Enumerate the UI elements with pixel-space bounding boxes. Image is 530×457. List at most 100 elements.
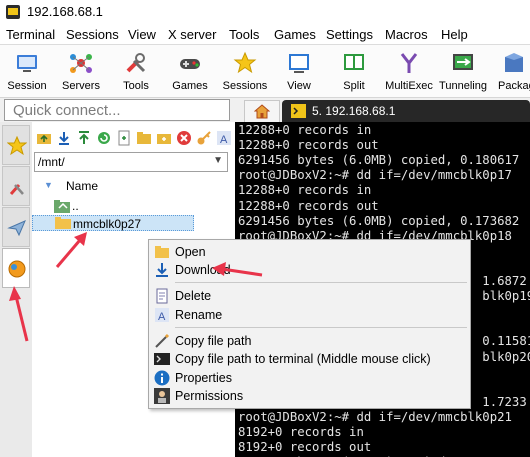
menu-macros[interactable]: Macros [385,27,428,42]
svg-text:A: A [158,311,166,323]
menu-item-copy-path[interactable]: Copy file path [149,332,470,350]
menu-separator [175,327,467,328]
download-arrow-icon[interactable] [56,130,72,146]
terminal-line: 6291456 bytes (6.0MB) copied, 0.173682 [238,213,520,228]
terminal-line: 8192+0 records in [238,425,364,439]
info-icon [154,370,170,386]
title-bar: 192.168.68.1 [0,0,530,24]
paper-plane-icon [7,220,26,237]
package-icon [505,53,523,72]
tunneling-icon [453,54,473,70]
terminal-line: 8192+0 records out [238,440,372,455]
servers-icon [70,54,92,73]
terminal-line: root@JDBoxV2:~# dd if=/dev/mmcblk0p21 [238,409,512,424]
packages-button[interactable]: Package [492,47,530,95]
tab-terminal-session[interactable]: 5. 192.168.68.1 [282,100,530,122]
side-tab-tools[interactable] [2,166,30,206]
app-icon [6,5,20,19]
menu-item-open[interactable]: Open [149,243,470,261]
sessions-button[interactable]: Sessions [220,47,270,95]
tools-icon [126,53,146,73]
terminal-tab-icon [291,104,306,118]
session-icon [17,55,37,72]
terminal-line: 6291456 bytes (6.0MB) copied, 0.180617 [238,153,520,168]
refresh-icon[interactable] [96,130,112,146]
sort-arrow-icon: ▼ [44,180,53,190]
menu-item-download[interactable]: Download [149,261,470,279]
side-tab-strip [0,122,33,457]
sessions-star-icon [233,51,257,74]
rename-a-icon[interactable]: A [216,130,232,146]
parent-folder-icon [54,200,70,213]
svg-text:A: A [220,134,228,146]
games-button[interactable]: Games [168,47,212,95]
sftp-globe-icon [8,260,26,278]
session-button[interactable]: Session [4,47,50,95]
multiexec-button[interactable]: MultiExec [384,47,434,95]
menu-item-delete[interactable]: Delete [149,287,470,305]
side-tab-macros[interactable] [2,207,30,247]
menu-terminal[interactable]: Terminal [6,27,55,42]
menu-item-properties[interactable]: Properties [149,369,470,387]
split-icon [344,54,364,70]
terminal-line: 12288+0 records out [238,138,379,153]
terminal-line: root@JDBoxV2:~# dd if=/dev/mmcblk0p17 [238,168,512,183]
key-icon[interactable] [196,130,212,146]
menu-tools[interactable]: Tools [229,27,259,42]
home-tab[interactable] [244,100,280,123]
terminal-icon [154,353,170,365]
sftp-toolbar: A [32,126,235,148]
context-menu: Open Download Delete A Rename Copy file … [148,239,471,409]
menu-bar: Terminal Sessions View X server Tools Ga… [0,24,530,45]
view-button[interactable]: View [280,47,318,95]
menu-games[interactable]: Games [274,27,316,42]
sftp-path-select[interactable]: /mnt/ ▼ [34,152,228,172]
games-icon [180,59,200,69]
window-title: 192.168.68.1 [27,4,103,19]
file-row-selected[interactable]: mmcblk0p27 [32,215,194,231]
side-tab-sftp[interactable] [2,248,30,288]
chevron-down-icon: ▼ [213,155,223,166]
file-row-parent[interactable]: .. [32,198,227,214]
menu-help[interactable]: Help [441,27,468,42]
main-toolbar: Session Servers Tools Games Sessions Vie… [0,45,530,98]
new-folder-icon[interactable] [136,130,152,146]
tools-button[interactable]: Tools [114,47,158,95]
parent-dir-icon[interactable] [36,130,52,146]
column-header[interactable]: ▼ Name [32,178,227,194]
servers-button[interactable]: Servers [58,47,104,95]
sftp-path-value: /mnt/ [38,155,65,169]
menu-item-copy-path-terminal[interactable]: Copy file path to terminal (Middle mouse… [149,350,470,368]
new-file-icon[interactable] [116,130,132,146]
multiexec-icon [400,53,418,73]
home-icon [254,104,270,119]
open-folder-icon [155,246,169,258]
menu-xserver[interactable]: X server [168,27,216,42]
folder-icon [55,217,71,229]
menu-sessions[interactable]: Sessions [66,27,119,42]
rename-icon: A [155,308,169,323]
view-icon [289,54,309,73]
tools-side-icon [9,184,24,195]
permissions-icon [154,388,170,404]
quick-connect-input[interactable]: Quick connect... [4,99,230,121]
tunneling-button[interactable]: Tunneling [438,47,488,95]
delete-icon [156,288,168,304]
menu-separator [175,282,467,283]
menu-settings[interactable]: Settings [326,27,373,42]
copy-path-icon [155,333,170,348]
upload-arrow-icon[interactable] [76,130,92,146]
side-tab-sessions[interactable] [2,125,30,165]
terminal-line: 12288+0 records in [238,123,372,137]
tab-terminal-label: 5. 192.168.68.1 [312,104,396,118]
star-icon [7,136,27,156]
delete-x-icon[interactable] [176,130,192,146]
terminal-line: 12288+0 records out [238,198,379,213]
menu-view[interactable]: View [128,27,156,42]
new-folder-plus-icon[interactable] [156,130,172,146]
menu-item-permissions[interactable]: Permissions [149,387,470,405]
download-icon [156,263,168,277]
split-button[interactable]: Split [336,47,372,95]
menu-item-rename[interactable]: A Rename [149,306,470,324]
terminal-line: 12288+0 records in [238,183,372,198]
